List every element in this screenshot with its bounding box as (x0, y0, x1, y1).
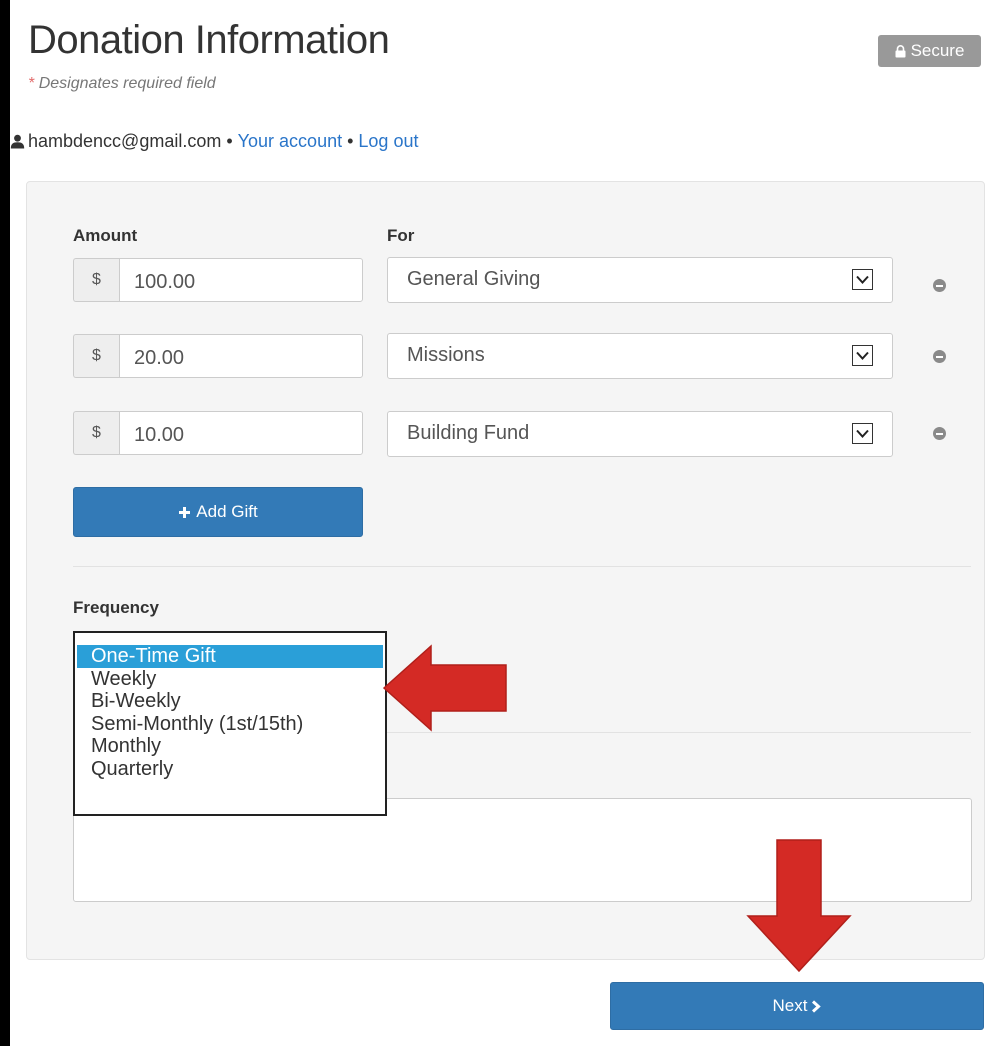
user-icon (10, 134, 25, 149)
remove-gift-icon[interactable] (933, 350, 946, 363)
chevron-right-icon (812, 999, 822, 1013)
currency-addon: $ (73, 334, 119, 378)
page-title: Donation Information (28, 18, 390, 62)
divider (73, 566, 971, 567)
frequency-option-bi-weekly[interactable]: Bi-Weekly (77, 690, 383, 713)
donation-form-panel: Amount For $ 100.00 General Giving $ 20.… (26, 181, 985, 973)
remove-gift-icon[interactable] (933, 427, 946, 440)
frequency-label: Frequency (73, 598, 159, 617)
secure-badge: Secure (878, 35, 981, 67)
frequency-dropdown-list[interactable]: One-Time Gift Weekly Bi-Weekly Semi-Mont… (73, 631, 387, 816)
amount-label: Amount (73, 226, 138, 245)
red-arrow-left-icon (382, 644, 507, 732)
fund-select-value: General Giving (407, 268, 541, 290)
gift-row-2-amount: $ 20.00 (73, 334, 363, 378)
separator: • (226, 131, 233, 151)
next-label: Next (772, 996, 808, 1015)
fund-select-value: Building Fund (407, 422, 530, 444)
amount-input[interactable]: 20.00 (119, 334, 363, 378)
currency-addon: $ (73, 258, 119, 302)
your-account-link[interactable]: Your account (238, 131, 342, 152)
red-arrow-down-icon (746, 839, 852, 973)
frequency-option-one-time[interactable]: One-Time Gift (77, 645, 383, 668)
gift-row-3-amount: $ 10.00 (73, 411, 363, 455)
separator: • (347, 131, 354, 151)
required-note: * Designates required field (28, 75, 216, 93)
frequency-option-monthly[interactable]: Monthly (77, 735, 383, 758)
user-email: hambdencc@gmail.com (28, 131, 222, 151)
gift-row-1-amount: $ 100.00 (73, 258, 363, 302)
log-out-link[interactable]: Log out (358, 131, 418, 152)
amount-input[interactable]: 100.00 (119, 258, 363, 302)
frequency-option-semi-monthly[interactable]: Semi-Monthly (1st/15th) (77, 713, 383, 736)
required-star: * (28, 75, 35, 92)
lock-icon (895, 44, 906, 57)
select-arrow-icon[interactable] (852, 269, 873, 290)
fund-select[interactable]: Building Fund (387, 411, 893, 457)
fund-select[interactable]: General Giving (387, 257, 893, 303)
for-label: For (387, 226, 415, 245)
currency-addon: $ (73, 411, 119, 455)
remove-gift-icon[interactable] (933, 279, 946, 292)
plus-icon (179, 506, 191, 518)
fund-select-value: Missions (407, 344, 485, 366)
next-button[interactable]: Next (610, 982, 984, 1030)
select-arrow-icon[interactable] (852, 423, 873, 444)
select-arrow-icon[interactable] (852, 345, 873, 366)
amount-input[interactable]: 10.00 (119, 411, 363, 455)
required-note-text: Designates required field (38, 75, 216, 92)
secure-label: Secure (910, 41, 965, 60)
frequency-option-weekly[interactable]: Weekly (77, 668, 383, 691)
frequency-option-quarterly[interactable]: Quarterly (77, 758, 383, 781)
user-info: hambdencc@gmail.com • Your account • Log… (10, 131, 418, 152)
add-gift-button[interactable]: Add Gift (73, 487, 363, 537)
fund-select[interactable]: Missions (387, 333, 893, 379)
add-gift-label: Add Gift (196, 502, 258, 521)
donation-page: Donation Information * Designates requir… (10, 0, 986, 1046)
